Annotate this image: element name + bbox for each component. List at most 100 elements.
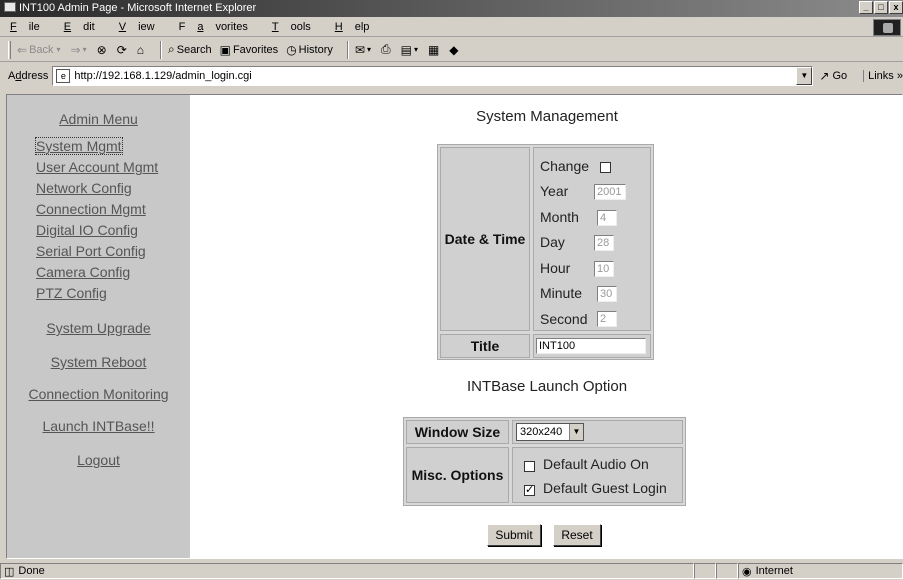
minute-label: Minute: [540, 285, 583, 301]
chevron-down-icon: ▾: [56, 45, 61, 54]
ie-page-icon: ◫: [4, 565, 15, 578]
misc-options-label: Misc. Options: [411, 467, 504, 483]
back-arrow-icon: ⇐: [17, 42, 28, 57]
sidebar-item-system-mgmt[interactable]: System Mgmt: [35, 137, 123, 155]
address-input[interactable]: e http://192.168.1.129/admin_login.cgi ▼: [52, 66, 814, 86]
maximize-button[interactable]: □: [874, 1, 888, 14]
window-size-label: Window Size: [414, 424, 501, 440]
default-guest-label: Default Guest Login: [543, 480, 667, 496]
menu-help[interactable]: Help: [335, 21, 382, 33]
status-bar: ◫ Done ◉ Internet: [0, 562, 903, 580]
datetime-label: Date & Time: [444, 231, 526, 247]
menu-tools[interactable]: Tools: [272, 21, 323, 33]
launch-option-heading: INTBase Launch Option: [466, 378, 628, 395]
minute-field[interactable]: 30: [597, 286, 617, 302]
title-field-cell: INT100: [533, 334, 651, 358]
favorites-button[interactable]: ▣ Favorites: [220, 43, 279, 57]
mail-button[interactable]: ✉ ▾: [355, 43, 373, 57]
hour-field[interactable]: 10: [594, 261, 614, 277]
system-management-heading: System Management: [476, 108, 618, 125]
home-button[interactable]: ⌂: [137, 43, 146, 57]
launch-option-table: Window Size 320x240 ▼ Misc. Options Defa…: [403, 417, 686, 506]
chevron-down-icon: ▾: [413, 45, 418, 54]
sidebar-item-camera-config[interactable]: Camera Config: [36, 264, 130, 280]
submit-button[interactable]: Submit: [487, 524, 541, 546]
title-bar: INT100 Admin Page - Microsoft Internet E…: [0, 0, 903, 17]
search-button[interactable]: ⌕ Search: [168, 42, 212, 57]
chevron-down-icon: ▼: [569, 424, 583, 440]
sidebar-item-connection-mgmt[interactable]: Connection Mgmt: [36, 201, 146, 217]
forward-button[interactable]: ⇒ ▾: [71, 43, 89, 57]
minimize-button[interactable]: _: [859, 1, 873, 14]
toolbar-separator: [160, 40, 162, 59]
menu-file[interactable]: File: [10, 21, 52, 33]
month-field[interactable]: 4: [597, 210, 617, 226]
history-icon: ◷: [286, 42, 297, 57]
discuss-button[interactable]: ▦: [428, 43, 441, 57]
chevron-down-icon: ▾: [366, 45, 371, 54]
month-label: Month: [540, 209, 579, 225]
refresh-icon: ⟳: [116, 42, 127, 57]
title-field[interactable]: INT100: [536, 338, 646, 354]
launch-intbase-link[interactable]: Launch INTBase!!: [7, 418, 190, 434]
search-icon: ⌕: [168, 42, 175, 56]
change-checkbox[interactable]: [600, 162, 611, 173]
hour-label: Hour: [540, 260, 571, 276]
chevron-down-icon[interactable]: ▼: [796, 67, 813, 85]
system-upgrade-link[interactable]: System Upgrade: [7, 320, 190, 336]
chevron-down-icon: ▾: [82, 45, 87, 54]
sidebar-item-ptz-config[interactable]: PTZ Config: [36, 285, 107, 301]
stop-button[interactable]: ⊗: [97, 43, 109, 57]
browser-window: INT100 Admin Page - Microsoft Internet E…: [0, 0, 903, 580]
history-button[interactable]: ◷ History: [286, 43, 333, 57]
sidebar-item-digital-io-config[interactable]: Digital IO Config: [36, 222, 138, 238]
messenger-icon: ◆: [449, 42, 459, 57]
menu-edit[interactable]: Edit: [64, 21, 107, 33]
edit-button[interactable]: ▤ ▾: [401, 43, 420, 57]
second-field[interactable]: 2: [597, 311, 617, 327]
window-title: INT100 Admin Page - Microsoft Internet E…: [19, 2, 257, 14]
refresh-button[interactable]: ⟳: [117, 43, 129, 57]
sidebar-item-network-config[interactable]: Network Config: [36, 180, 132, 196]
datetime-label-cell: Date & Time: [440, 147, 530, 331]
day-label: Day: [540, 234, 565, 250]
address-url: http://192.168.1.129/admin_login.cgi: [74, 70, 252, 82]
close-button[interactable]: x: [889, 1, 903, 14]
favorites-icon: ▣: [219, 42, 231, 57]
go-button[interactable]: ↗ Go: [819, 69, 847, 83]
sidebar-item-serial-port-config[interactable]: Serial Port Config: [36, 243, 146, 259]
toolbar-separator: [346, 40, 349, 59]
sidebar-item-user-account-mgmt[interactable]: User Account Mgmt: [36, 159, 158, 175]
links-toolbar[interactable]: Links »: [863, 70, 903, 82]
menu-bar: File Edit View Fa vorites Tools Help: [0, 18, 903, 37]
default-guest-checkbox[interactable]: [524, 483, 535, 496]
status-slot: [694, 563, 716, 579]
messenger-button[interactable]: ◆: [449, 43, 460, 57]
windows-logo-icon: [873, 19, 901, 36]
default-audio-checkbox[interactable]: [524, 461, 535, 472]
back-button[interactable]: ⇐ Back ▾: [17, 43, 63, 57]
ie-page-icon: e: [56, 69, 71, 83]
title-label-cell: Title: [440, 334, 530, 358]
discuss-icon: ▦: [427, 42, 440, 57]
menu-view[interactable]: View: [119, 21, 167, 33]
reset-button[interactable]: Reset: [553, 524, 601, 546]
stop-icon: ⊗: [96, 42, 107, 57]
print-button[interactable]: ⎙: [381, 42, 393, 57]
mail-icon: ✉: [354, 42, 365, 57]
menu-favorites[interactable]: Fa vorites: [179, 21, 260, 33]
admin-menu-title[interactable]: Admin Menu: [7, 111, 190, 127]
day-field[interactable]: 28: [594, 235, 614, 251]
system-reboot-link[interactable]: System Reboot: [7, 354, 190, 370]
toolbar-grip[interactable]: [8, 40, 11, 59]
address-label: Address: [8, 70, 49, 82]
window-controls: _ □ x: [859, 1, 903, 14]
window-size-select[interactable]: 320x240 ▼: [516, 423, 584, 441]
year-field[interactable]: 2001: [594, 184, 626, 200]
connection-monitoring-link[interactable]: Connection Monitoring: [7, 386, 190, 402]
logout-link[interactable]: Logout: [7, 452, 190, 468]
system-management-table: Date & Time Change Year 2001 Month 4 Day…: [437, 144, 654, 360]
datetime-fields-cell: Change Year 2001 Month 4 Day 28 Hour 10 …: [533, 147, 651, 331]
address-bar: Address e http://192.168.1.129/admin_log…: [0, 63, 903, 89]
standard-toolbar: ⇐ Back ▾ ⇒ ▾ ⊗ ⟳ ⌂ ⌕ Search ▣ Favorites ◷ Hist…: [0, 38, 903, 62]
